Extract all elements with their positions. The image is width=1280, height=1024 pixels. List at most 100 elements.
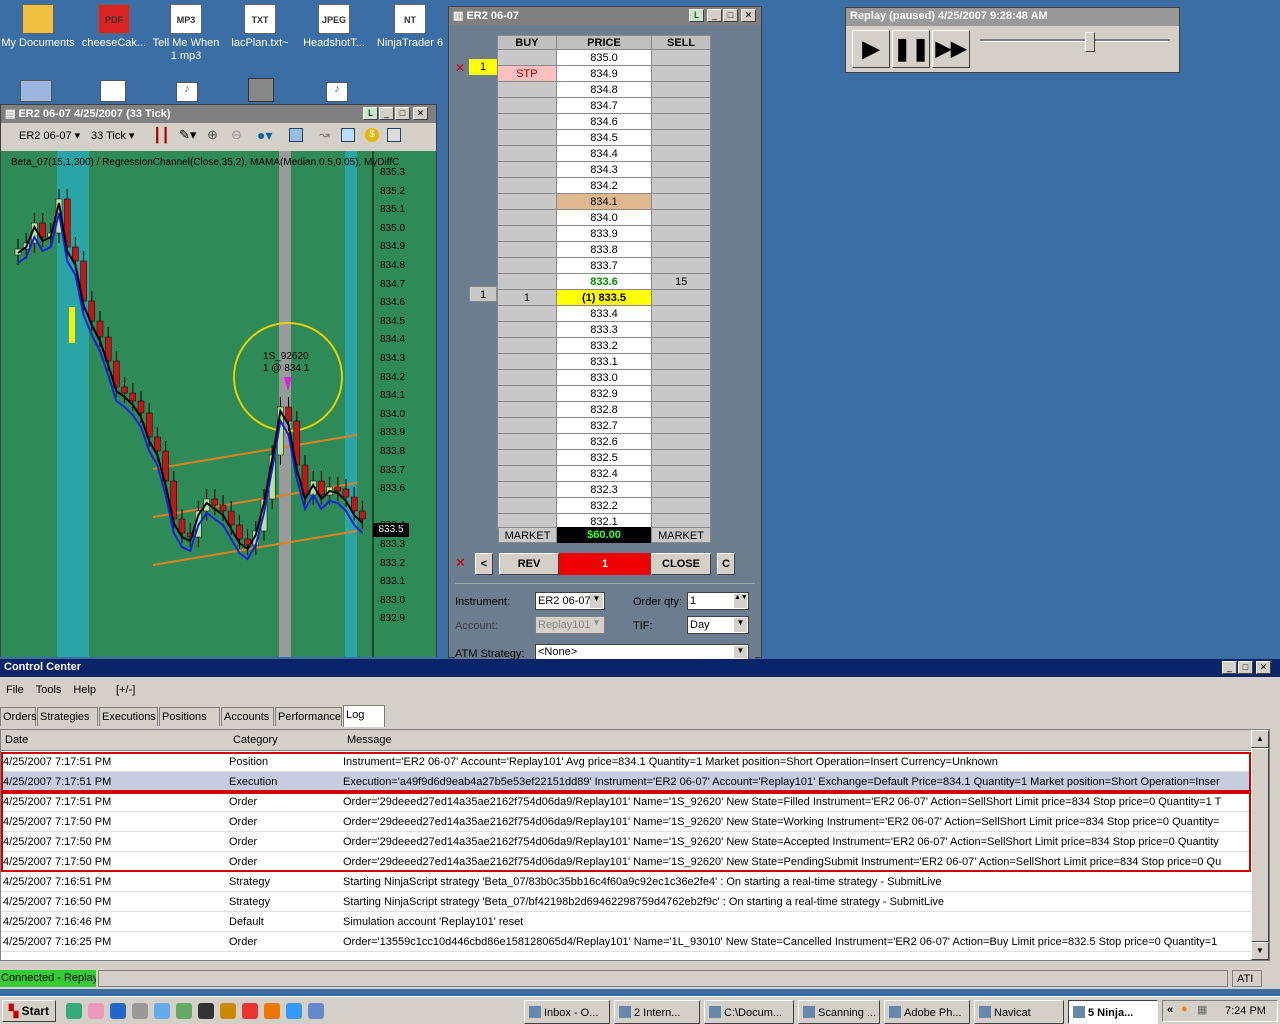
tab-strategies[interactable]: Strategies (37, 707, 98, 726)
sell-cell[interactable] (651, 465, 711, 482)
scroll-down-button[interactable]: ▼ (1251, 942, 1269, 960)
scroll-thumb[interactable] (1251, 748, 1269, 942)
sell-cell[interactable] (651, 337, 711, 354)
dollar-icon[interactable]: $ (365, 128, 379, 142)
replay-title[interactable]: Replay (paused) 4/25/2007 9:28:48 AM (846, 8, 1179, 26)
desktop-icon-partial[interactable] (20, 80, 52, 102)
clock[interactable]: 7:24 PM (1225, 1005, 1266, 1017)
scroll-up-button[interactable]: ▲ (1251, 730, 1269, 748)
order-qty-stepper[interactable]: 1 ▲▼ (687, 592, 749, 610)
rss-icon[interactable] (308, 1003, 324, 1019)
maximize-button[interactable]: □ (1238, 661, 1253, 674)
reverse-button[interactable]: REV (499, 553, 559, 575)
price-cell[interactable]: 834.9 (555, 65, 653, 82)
desktop-icon[interactable]: PDF cheeseCak... (76, 4, 152, 50)
price-cell[interactable]: 833.1 (555, 353, 653, 370)
explorer-icon[interactable] (88, 1003, 104, 1019)
price-cell[interactable]: 832.4 (555, 465, 653, 482)
sell-cell[interactable] (651, 81, 711, 98)
buy-cell[interactable] (497, 417, 557, 434)
cancel-all-icon[interactable]: ✕ (455, 555, 466, 571)
buy-cell[interactable] (497, 129, 557, 146)
sell-cell[interactable] (651, 145, 711, 162)
network-icon[interactable] (154, 1003, 170, 1019)
buy-cell[interactable] (497, 257, 557, 274)
interval-selector[interactable]: 33 Tick ▾ (91, 129, 134, 142)
price-cell[interactable]: 833.9 (555, 225, 653, 242)
buy-cell[interactable]: 1 (497, 289, 557, 306)
ninjatrader-icon[interactable] (198, 1003, 214, 1019)
sell-cell[interactable] (651, 289, 711, 306)
price-cell[interactable]: 834.4 (555, 145, 653, 162)
buy-cell[interactable] (497, 209, 557, 226)
pen-icon[interactable]: ✎▾ (179, 127, 196, 143)
desktop-icon[interactable]: My Documents (0, 4, 76, 50)
buy-cell[interactable] (497, 81, 557, 98)
sell-cell[interactable] (651, 193, 711, 210)
network-icon[interactable]: ▦ (1197, 1003, 1207, 1016)
fast-forward-button[interactable]: ▶▶ (932, 30, 970, 68)
sell-cell[interactable] (651, 49, 711, 66)
chart-plot-area[interactable]: Beta_07(15,1,300) / RegressionChannel(Cl… (1, 151, 436, 657)
desktop-icon-partial[interactable] (248, 78, 274, 102)
taskbar-button[interactable]: Scanning ... (798, 1000, 880, 1024)
clock-icon[interactable] (220, 1003, 236, 1019)
taskbar-button[interactable]: C:\Docum... (704, 1000, 794, 1024)
desktop-icon[interactable]: JPEG HeadshotT... (296, 4, 372, 50)
buy-cell[interactable] (497, 49, 557, 66)
buy-cell[interactable] (497, 145, 557, 162)
price-cell[interactable]: 833.2 (555, 337, 653, 354)
settings-icon[interactable] (132, 1003, 148, 1019)
sell-cell[interactable] (651, 353, 711, 370)
sell-cell[interactable] (651, 161, 711, 178)
sell-cell[interactable] (651, 369, 711, 386)
play-button[interactable]: ▶ (852, 30, 890, 68)
sell-cell[interactable] (651, 97, 711, 114)
maximize-button[interactable]: □ (395, 107, 410, 120)
price-cell[interactable]: (1) 833.5 (555, 289, 653, 306)
sell-cell[interactable] (651, 241, 711, 258)
price-cell[interactable]: 833.7 (555, 257, 653, 274)
desktop-icon[interactable]: MP3 Tell Me When 1.mp3 (148, 4, 224, 63)
buy-cell[interactable] (497, 161, 557, 178)
tab-performance[interactable]: Performance (275, 707, 342, 726)
sell-cell[interactable] (651, 209, 711, 226)
taskbar-button[interactable]: 2 Intern... (614, 1000, 700, 1024)
strategy-icon[interactable]: ↝ (319, 127, 330, 143)
desktop-icon[interactable]: NT NinjaTrader 6 (372, 4, 448, 50)
spin-icon[interactable]: ▲▼ (734, 594, 748, 608)
price-cell[interactable]: 832.7 (555, 417, 653, 434)
zoom-out-icon[interactable]: ⊖ (231, 127, 242, 143)
account-dropdown[interactable]: Replay101 ▼ (535, 616, 605, 634)
price-cell[interactable]: 832.6 (555, 433, 653, 450)
desktop-icon[interactable]: TXT lacPlan.txt~ (222, 4, 298, 50)
sell-cell[interactable] (651, 481, 711, 498)
sell-cell[interactable] (651, 305, 711, 322)
market-buy-button[interactable]: MARKET (498, 527, 557, 543)
pause-button[interactable]: ❚❚ (892, 30, 930, 68)
buy-cell[interactable]: STP (497, 65, 557, 82)
desktop-icon-partial[interactable]: ♪ (326, 82, 348, 102)
market-sell-button[interactable]: MARKET (651, 527, 711, 543)
chevron-down-icon[interactable]: ▼ (734, 618, 747, 632)
instrument-selector[interactable]: ER2 06-07 ▾ (19, 129, 80, 142)
buy-cell[interactable] (497, 449, 557, 466)
sell-cell[interactable] (651, 401, 711, 418)
column-category[interactable]: Category (233, 734, 278, 746)
price-cell[interactable]: 832.2 (555, 497, 653, 514)
price-cell[interactable]: 833.8 (555, 241, 653, 258)
price-cell[interactable]: 832.8 (555, 401, 653, 418)
media-icon[interactable] (176, 1003, 192, 1019)
buy-cell[interactable] (497, 241, 557, 258)
buy-cell[interactable] (497, 225, 557, 242)
buy-cell[interactable] (497, 177, 557, 194)
center-button[interactable]: C (717, 553, 735, 575)
scroll-left-button[interactable]: < (475, 553, 493, 575)
price-cell[interactable]: 833.3 (555, 321, 653, 338)
instrument-dropdown[interactable]: ER2 06-07 ▼ (535, 592, 605, 610)
firefox-icon[interactable] (264, 1003, 280, 1019)
log-row[interactable]: 4/25/2007 7:16:25 PM Order Order='13559c1c… (1, 932, 1251, 952)
sell-cell[interactable] (651, 65, 711, 82)
sell-cell[interactable] (651, 497, 711, 514)
replay-slider-thumb[interactable] (1085, 32, 1096, 52)
